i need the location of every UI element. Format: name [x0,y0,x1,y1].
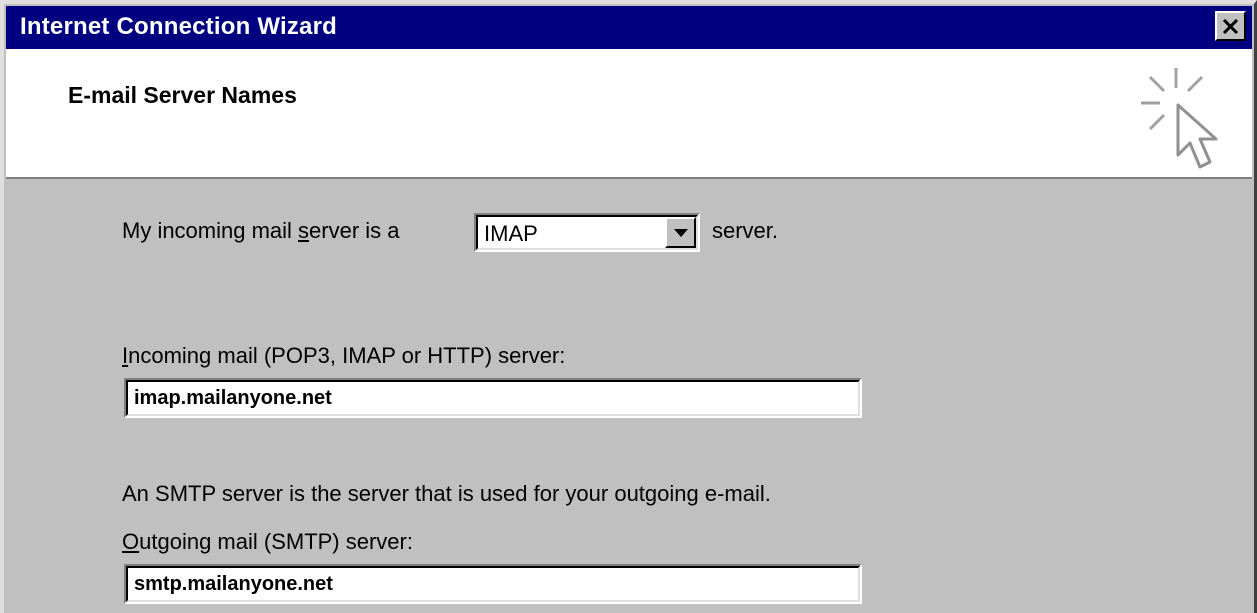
outgoing-server-input[interactable]: smtp.mailanyone.net [124,564,862,604]
window-title: Internet Connection Wizard [20,13,337,40]
server-type-value: IMAP [484,221,538,246]
chevron-down-icon [673,228,688,237]
smtp-description: An SMTP server is the server that is use… [122,481,771,506]
incoming-server-label: Incoming mail (POP3, IMAP or HTTP) serve… [122,343,566,368]
server-type-dropdown-button[interactable] [665,217,696,248]
close-icon [1222,18,1239,34]
incoming-server-input[interactable]: imap.mailanyone.net [124,378,862,418]
server-type-select[interactable]: IMAP [474,213,700,252]
outgoing-server-label: Outgoing mail (SMTP) server: [122,529,413,554]
outgoing-server-value: smtp.mailanyone.net [134,573,333,595]
close-button[interactable] [1215,11,1246,41]
header-panel: E-mail Server Names [6,49,1252,179]
server-type-label: My incoming mail server is a [122,218,400,243]
wizard-cursor-icon [1141,68,1218,169]
server-type-suffix: server. [712,218,779,243]
wizard-window: Internet Connection Wizard E-mail Server… [0,0,1257,613]
incoming-server-value: imap.mailanyone.net [134,387,332,409]
page-title: E-mail Server Names [68,82,297,108]
title-bar[interactable]: Internet Connection Wizard [6,6,1252,49]
